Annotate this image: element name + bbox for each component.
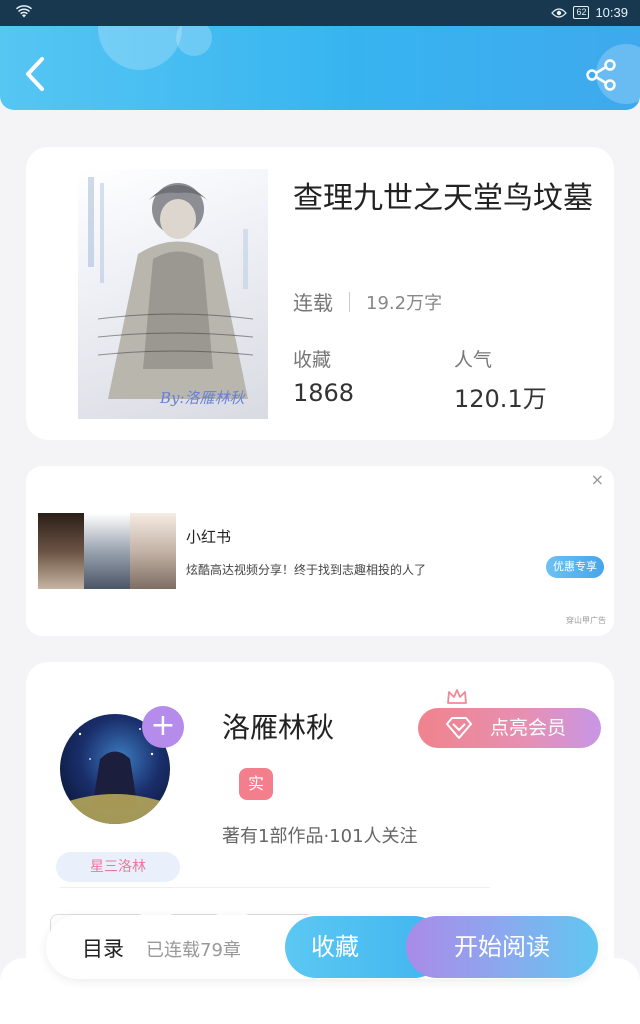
cover-signature: By:洛雁林秋 — [159, 389, 247, 407]
diamond-icon — [446, 717, 472, 739]
cover-illustration: By:洛雁林秋 — [88, 177, 254, 407]
start-reading-button[interactable]: 开始阅读 — [406, 916, 598, 978]
author-name: 洛雁林秋 — [222, 711, 335, 744]
author-stats: 著有1部作品·101人关注 — [222, 826, 418, 847]
ad-image — [84, 513, 130, 589]
clock: 10:39 — [595, 5, 628, 20]
follow-button[interactable]: + — [142, 706, 184, 748]
popularity-label: 人气 — [454, 349, 493, 371]
share-icon[interactable] — [584, 58, 618, 92]
battery-indicator: 62 — [573, 6, 590, 19]
level-badge: 星三洛林 — [56, 852, 180, 882]
book-meta: 连载 19.2万字 — [293, 287, 442, 316]
wifi-icon — [16, 5, 32, 18]
status-bar: 62 10:39 — [0, 0, 640, 26]
word-count: 19.2万字 — [366, 292, 443, 314]
serial-status: 连载 — [293, 291, 333, 315]
ad-description: 炫酷高达视频分享！终于找到志趣相投的人了 — [186, 563, 427, 577]
ad-source: 穿山甲广告 — [566, 616, 606, 625]
favorites-label: 收藏 — [293, 349, 332, 371]
bottom-action-bar: 目录 已连载79章 收藏 开始阅读 — [46, 915, 598, 979]
ad-cta-button[interactable]: 优惠专享 — [546, 556, 604, 578]
chapter-count: 已连载79章 — [146, 940, 241, 961]
verified-badge: 实 — [239, 768, 273, 800]
app-header — [0, 26, 640, 110]
divider — [60, 887, 490, 888]
book-info-card: By:洛雁林秋 查理九世之天堂鸟坟墓 连载 19.2万字 收藏 1868 人气 … — [26, 147, 614, 440]
close-icon[interactable]: × — [591, 470, 604, 489]
vip-button[interactable]: 点亮会员 — [418, 708, 601, 748]
book-cover[interactable]: By:洛雁林秋 — [78, 169, 268, 419]
popularity-count: 120.1万 — [454, 385, 547, 413]
favorites-count: 1868 — [293, 379, 355, 407]
toc-button[interactable]: 目录 — [82, 933, 124, 963]
ad-banner[interactable]: × 小红书 炫酷高达视频分享！终于找到志趣相投的人了 优惠专享 穿山甲广告 — [26, 466, 614, 636]
ad-image — [38, 513, 84, 589]
back-icon[interactable] — [20, 56, 50, 92]
book-title: 查理九世之天堂鸟坟墓 — [293, 181, 593, 216]
decor-bubble — [176, 26, 212, 56]
ad-title: 小红书 — [186, 528, 232, 546]
eye-icon — [551, 7, 568, 18]
ad-image — [130, 513, 176, 589]
meta-divider — [349, 291, 350, 312]
crown-icon — [447, 689, 467, 704]
decor-bubble — [98, 26, 182, 70]
vip-button-label: 点亮会员 — [490, 717, 567, 739]
